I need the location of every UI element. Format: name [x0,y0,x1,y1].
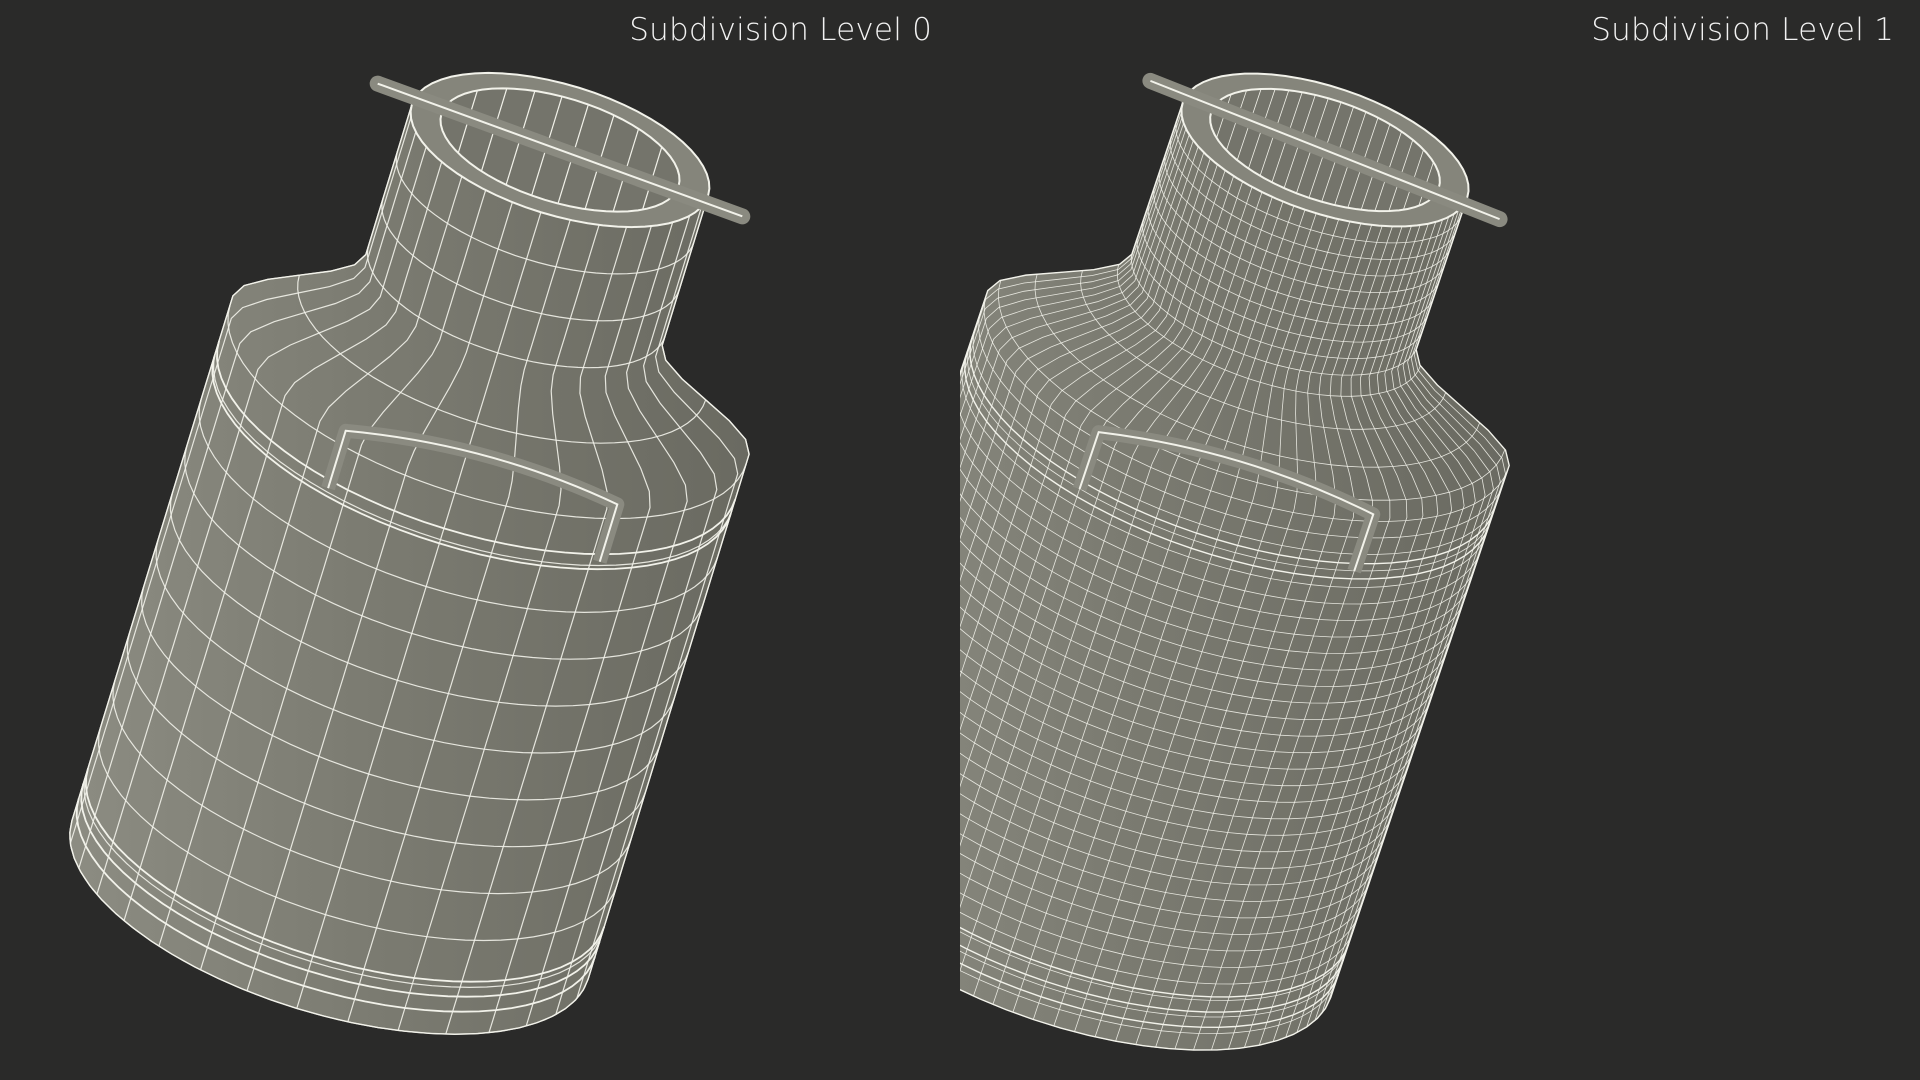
milk-can-render-level-0 [69,71,751,1035]
panel-label: Subdivision Level 1 [1591,12,1894,48]
viewport-subdivision-level-0: Subdivision Level 0 [0,0,960,1080]
viewport-subdivision-level-1: Subdivision Level 1 [960,0,1920,1080]
panel-label: Subdivision Level 0 [629,12,932,48]
milk-can-body [960,101,1510,1051]
milk-can-render-level-1 [960,72,1510,1051]
milk-can-body [69,103,750,1035]
